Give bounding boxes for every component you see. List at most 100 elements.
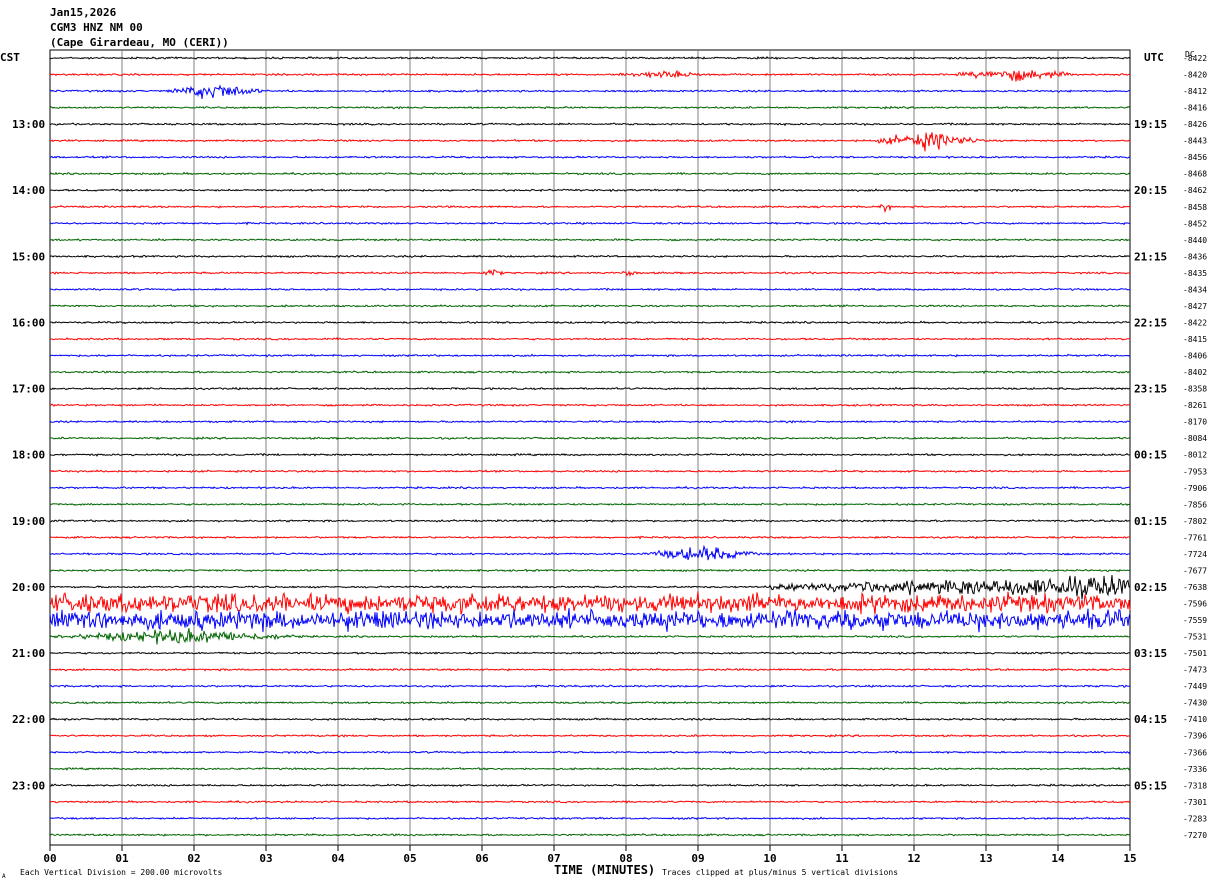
trace-39 xyxy=(49,700,1131,705)
dc-offset-label: -7638 xyxy=(1183,583,1207,592)
cst-hour-label: 14:00 xyxy=(12,184,45,197)
dc-offset-label: -7906 xyxy=(1183,484,1207,493)
dc-offset-label: -7953 xyxy=(1183,467,1207,476)
dc-offset-label: -8440 xyxy=(1183,236,1207,245)
dc-offset-label: -8406 xyxy=(1183,352,1207,361)
dc-offset-label: -8443 xyxy=(1183,137,1207,146)
dc-offset-label: -8456 xyxy=(1183,153,1207,162)
trace-43 xyxy=(49,766,1131,771)
trace-3 xyxy=(49,105,1131,110)
dc-offset-label: -7596 xyxy=(1183,599,1207,608)
trace-0 xyxy=(49,56,1131,60)
trace-31 xyxy=(49,568,1131,573)
dc-offset-label: -8436 xyxy=(1183,252,1207,261)
trace-11 xyxy=(49,237,1131,242)
dc-offset-label: -8170 xyxy=(1183,418,1207,427)
trace-41 xyxy=(50,733,1131,738)
dc-offset-label: -8358 xyxy=(1183,385,1207,394)
trace-23 xyxy=(49,436,1131,441)
trace-20 xyxy=(49,386,1131,391)
trace-29 xyxy=(49,535,1131,540)
trace-8 xyxy=(49,188,1131,193)
cst-hour-label: 18:00 xyxy=(12,449,45,462)
dc-offset-label: -8416 xyxy=(1183,104,1207,113)
x-tick-label: 06 xyxy=(475,852,489,865)
cst-hour-label: 21:00 xyxy=(12,647,45,660)
dc-offset-label: -7473 xyxy=(1183,666,1207,675)
traces xyxy=(49,56,1131,837)
trace-9 xyxy=(49,203,1131,214)
dc-offset-label: -8415 xyxy=(1183,335,1207,344)
dc-offset-label: -7724 xyxy=(1183,550,1207,559)
dc-offset-label: -7761 xyxy=(1183,533,1207,542)
trace-37 xyxy=(49,667,1131,672)
dc-offset-label: -8434 xyxy=(1183,285,1207,294)
dc-offset-label: -7677 xyxy=(1183,566,1207,575)
cst-hour-label: 17:00 xyxy=(12,383,45,396)
trace-17 xyxy=(49,337,1131,341)
utc-hour-label: 00:15 xyxy=(1134,449,1167,462)
x-tick-label: 03 xyxy=(259,852,272,865)
trace-33 xyxy=(49,591,1131,615)
utc-hour-label: 05:15 xyxy=(1134,779,1167,792)
trace-24 xyxy=(49,452,1131,457)
x-tick-label: 00 xyxy=(43,852,56,865)
dc-offset-label: -7366 xyxy=(1183,748,1207,757)
cst-axis-label: CST xyxy=(0,51,20,64)
plot-frame xyxy=(49,49,1131,846)
trace-27 xyxy=(49,502,1131,507)
x-axis-title: TIME (MINUTES) xyxy=(554,863,655,877)
cst-hour-label: 20:00 xyxy=(12,581,45,594)
x-tick-label: 14 xyxy=(1051,852,1065,865)
trace-13 xyxy=(49,268,1130,277)
dc-offset-label: -7559 xyxy=(1183,616,1207,625)
x-tick-label: 04 xyxy=(331,852,345,865)
trace-5 xyxy=(49,132,1131,152)
header-station: CGM3 HNZ NM 00 xyxy=(50,21,143,34)
trace-12 xyxy=(49,254,1131,259)
x-tick-label: 02 xyxy=(187,852,200,865)
utc-axis-label: UTC xyxy=(1144,51,1164,64)
dc-offset-label: -7301 xyxy=(1183,798,1207,807)
cst-hour-label: 15:00 xyxy=(12,250,45,263)
utc-hour-label: 19:15 xyxy=(1134,118,1167,131)
trace-1 xyxy=(49,69,1131,82)
trace-45 xyxy=(49,799,1131,804)
utc-hour-label: 04:15 xyxy=(1134,713,1167,726)
dc-offset-label: -7430 xyxy=(1183,699,1207,708)
scale-note: Each Vertical Division = 200.00 microvol… xyxy=(20,868,222,877)
dc-offset-label: -8435 xyxy=(1183,269,1207,278)
dc-offset-label: -7283 xyxy=(1183,814,1207,823)
trace-16 xyxy=(49,320,1131,325)
dc-offset-label: -7449 xyxy=(1183,682,1207,691)
utc-hour-label: 22:15 xyxy=(1134,316,1167,329)
utc-hour-label: 23:15 xyxy=(1134,383,1167,396)
x-tick-label: 12 xyxy=(907,852,920,865)
trace-26 xyxy=(49,485,1131,490)
header-location: (Cape Girardeau, MO (CERI)) xyxy=(50,36,229,49)
seismogram-plot: Jan15,2026 CGM3 HNZ NM 00 (Cape Girardea… xyxy=(0,6,1207,880)
dc-offset-label: -8402 xyxy=(1183,368,1207,377)
trace-25 xyxy=(49,469,1131,474)
header-date: Jan15,2026 xyxy=(50,6,117,19)
trace-42 xyxy=(49,750,1131,755)
trace-47 xyxy=(49,833,1131,837)
cst-hour-label: 23:00 xyxy=(12,779,45,792)
dc-offset-label: -7531 xyxy=(1183,633,1207,642)
cst-hour-label: 22:00 xyxy=(12,713,45,726)
x-tick-label: 10 xyxy=(763,852,776,865)
trace-30 xyxy=(49,544,1130,561)
dc-offset-label: -7856 xyxy=(1183,500,1207,509)
trace-18 xyxy=(49,353,1131,358)
x-tick-label: 11 xyxy=(835,852,849,865)
dc-offset-label: -8412 xyxy=(1183,87,1207,96)
dc-offset-label: -7336 xyxy=(1183,765,1207,774)
dc-offset-label: -7318 xyxy=(1183,781,1207,790)
trace-21 xyxy=(50,403,1131,408)
trace-34 xyxy=(49,608,1131,633)
trace-19 xyxy=(49,370,1131,375)
utc-hour-label: 03:15 xyxy=(1134,647,1167,660)
dc-offset-label: -8452 xyxy=(1183,219,1207,228)
dc-offset-label: -8420 xyxy=(1183,71,1207,80)
utc-hour-label: 02:15 xyxy=(1134,581,1167,594)
